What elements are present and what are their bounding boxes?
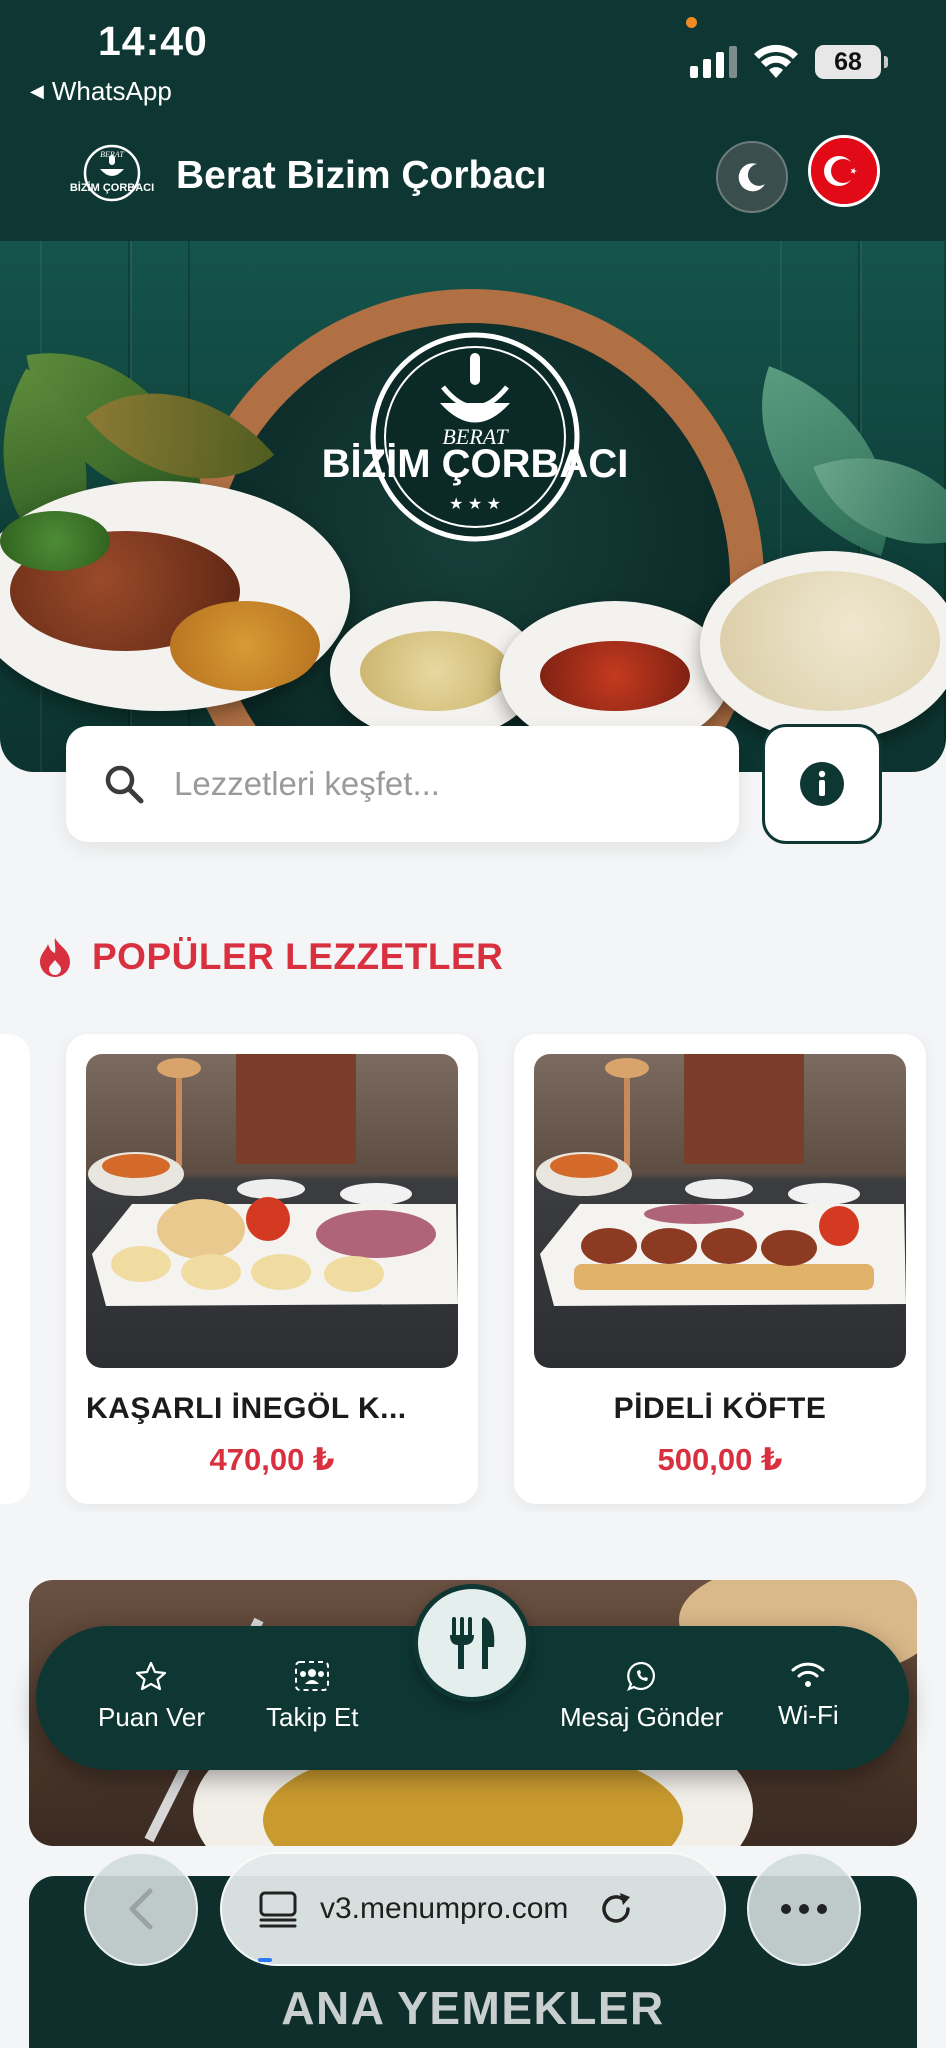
brand-logo: BERAT BİZİM ÇORBACI [70, 144, 154, 202]
rate-label: Puan Ver [98, 1702, 205, 1732]
app-header: 14:40 ◀ WhatsApp 68 BERAT BİZİM ÇORBACI … [0, 0, 946, 241]
wifi-icon [791, 1662, 825, 1687]
wifi-status-icon [754, 44, 798, 78]
moon-icon [738, 163, 765, 192]
more-dots-icon [781, 1904, 827, 1914]
food-photo [86, 1054, 458, 1368]
status-time: 14:40 [98, 18, 208, 64]
mic-indicator-dot [686, 17, 697, 28]
language-flag-turkey[interactable] [808, 135, 880, 207]
url-text: v3.menumpro.com [320, 1892, 569, 1925]
svg-text:★ ★ ★: ★ ★ ★ [449, 496, 501, 513]
hero-banner: BERAT BİZİM ÇORBACI ★ ★ ★ [0, 241, 946, 772]
fire-icon [40, 938, 70, 977]
item-price: 500,00 ₺ [657, 1442, 783, 1477]
svg-text:BİZİM ÇORBACI: BİZİM ÇORBACI [322, 442, 629, 486]
fork-knife-icon [450, 1617, 495, 1669]
wifi-label: Wi-Fi [778, 1700, 839, 1730]
popular-item-card[interactable]: PİDELİ KÖFTE 500,00 ₺ [514, 1034, 926, 1504]
main-dishes-title: ANA YEMEKLER [281, 1982, 665, 2034]
reload-icon[interactable] [596, 1889, 636, 1929]
browser-more-button[interactable] [747, 1852, 861, 1966]
svg-text:BERAT: BERAT [100, 150, 124, 159]
chevron-left-icon [129, 1888, 153, 1930]
popular-section-title: POPÜLER LEZZETLER [92, 936, 504, 977]
users-icon [295, 1661, 330, 1691]
whatsapp-icon [626, 1661, 655, 1691]
search-bar[interactable] [66, 726, 739, 842]
item-name: KAŞARLI İNEGÖL K... [86, 1392, 407, 1425]
follow-label: Takip Et [266, 1702, 359, 1732]
svg-text:BİZİM ÇORBACI: BİZİM ÇORBACI [70, 181, 154, 194]
search-icon [105, 765, 144, 804]
rate-button[interactable]: Puan Ver [98, 1660, 205, 1733]
battery-indicator: 68 [815, 45, 888, 79]
popular-item-card[interactable]: KAŞARLI İNEGÖL K... 470,00 ₺ [66, 1034, 478, 1504]
wifi-button[interactable]: Wi-Fi [778, 1660, 839, 1731]
tab-layout-icon [259, 1891, 297, 1928]
restaurant-title: Berat Bizim Çorbacı [176, 154, 547, 197]
back-app-label: WhatsApp [51, 76, 172, 106]
popular-carousel[interactable]: KAŞARLI İNEGÖL K... 470,00 ₺ PİDELİ KÖFT… [0, 1032, 946, 1512]
message-label: Mesaj Gönder [560, 1702, 724, 1732]
popular-section-header: POPÜLER LEZZETLER [36, 936, 503, 978]
back-triangle-icon: ◀ [30, 81, 44, 101]
food-photo [534, 1054, 906, 1368]
message-button[interactable]: Mesaj Gönder [560, 1660, 723, 1733]
search-input[interactable] [174, 765, 694, 803]
browser-back-button[interactable] [84, 1852, 198, 1966]
cellular-signal-icon [690, 46, 737, 78]
hero-restaurant-logo: BERAT BİZİM ÇORBACI ★ ★ ★ [322, 332, 629, 542]
info-button[interactable] [762, 724, 882, 844]
menu-home-button[interactable] [413, 1584, 531, 1702]
info-icon [800, 762, 844, 806]
item-name: PİDELİ KÖFTE [613, 1392, 827, 1425]
soup-bowl [700, 551, 946, 741]
browser-url-bar[interactable]: v3.menumpro.com [220, 1852, 726, 1966]
follow-button[interactable]: Takip Et [266, 1660, 359, 1733]
previous-card-edge [0, 1034, 30, 1504]
back-to-app-link[interactable]: ◀ WhatsApp [30, 76, 172, 107]
turkey-flag-icon [811, 138, 877, 204]
page-load-progress [258, 1958, 272, 1962]
item-price: 470,00 ₺ [209, 1442, 335, 1477]
dark-mode-toggle[interactable] [716, 141, 788, 213]
star-icon [136, 1661, 167, 1691]
